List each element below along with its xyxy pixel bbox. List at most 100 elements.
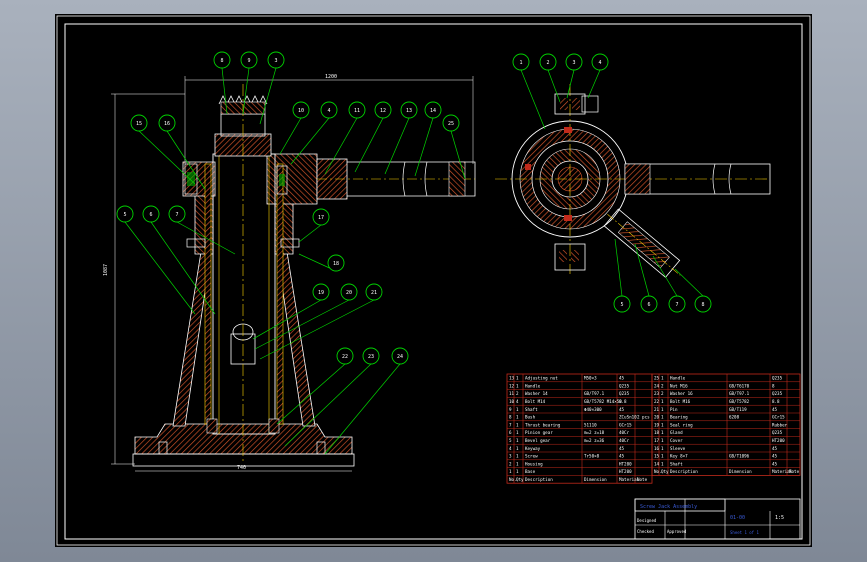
- bom-cell: Washer 14: [525, 391, 548, 396]
- bom-cell: Tr50×8: [584, 454, 600, 459]
- bom-cell: Sleeve: [670, 446, 686, 451]
- balloon-label: 18: [333, 261, 339, 267]
- bom-cell: Base: [525, 469, 536, 474]
- bom-cell: Bolt M14: [525, 399, 546, 404]
- balloon-label: 16: [164, 121, 170, 127]
- bom-cell: Description: [525, 477, 553, 482]
- balloon-label: 6: [647, 302, 650, 308]
- balloon-leader: [138, 130, 196, 185]
- bom-cell: GCr15: [772, 415, 785, 420]
- bom-cell: 2: [516, 391, 519, 396]
- bom-cell: 1: [516, 438, 519, 443]
- bom-cell: Housing: [525, 461, 543, 466]
- bom-cell: Adjusting nut: [525, 376, 558, 381]
- bom-left-table: 13 1 Adjusting nut M50×3 4512 1 Handle Q23511 2 W…: [506, 373, 653, 484]
- bom-cell: Bevel gear: [525, 438, 551, 443]
- balloon-label: 14: [430, 108, 436, 114]
- bom-cell: 16: [654, 446, 660, 451]
- bom-cell: Washer 16: [670, 391, 693, 396]
- bom-cell: 1: [516, 407, 519, 412]
- drawing-no: 01-00: [730, 515, 745, 521]
- bom-cell: 8.8: [619, 399, 627, 404]
- bom-cell: 45: [619, 446, 625, 451]
- approved-label: Approved: [667, 529, 687, 534]
- gear-box: [266, 153, 318, 205]
- balloon-label: 2: [546, 60, 549, 66]
- bom-cell: Key 8×7: [670, 454, 688, 459]
- screw-tube: [212, 153, 276, 435]
- bom-right-table: 25 1 Handle Q23524 2 Nut M16 GB/T6170 823 2 Washe…: [651, 373, 801, 476]
- balloon-leader: [279, 117, 302, 155]
- balloon-label: 24: [397, 354, 403, 360]
- balloon-label: 8: [220, 58, 223, 64]
- balloon-leader: [547, 69, 561, 103]
- bom-cell: 1: [516, 415, 519, 420]
- balloon-leader: [384, 117, 410, 175]
- bom-cell: Qty: [661, 469, 669, 474]
- bom-cell: 1: [516, 383, 519, 388]
- bom-cell: 1: [516, 422, 519, 427]
- bom-cell: 11: [509, 391, 515, 396]
- balloon-leader: [324, 363, 401, 455]
- bom-cell: Note: [637, 477, 648, 482]
- balloon-label: 5: [620, 302, 623, 308]
- cad-viewport[interactable]: 1200 740 1087 8 9 3 10 4 11 12 13 14 15 16 5 6 7 17 18 1…: [0, 0, 867, 562]
- bom-cell: 1: [661, 376, 664, 381]
- balloon-label: 3: [572, 60, 575, 66]
- bom-cell: 18: [654, 430, 660, 435]
- bom-cell: Screw: [525, 454, 538, 459]
- bom-cell: 12: [509, 383, 515, 388]
- bom-cell: 45: [619, 407, 625, 412]
- balloon-label: 12: [380, 108, 386, 114]
- balloon-label: 6: [149, 212, 152, 218]
- bom-cell: 1: [516, 376, 519, 381]
- balloon-label: 5: [123, 212, 126, 218]
- front-section-view: 1200 740 1087: [103, 74, 476, 472]
- balloon-label: 7: [175, 212, 178, 218]
- bom-cell: Handle: [670, 376, 686, 381]
- balloon-label: 8: [701, 302, 704, 308]
- bom-cell: m=2 z=36: [584, 438, 605, 443]
- bom-cell: 19: [654, 422, 660, 427]
- bom-cell: Keyway: [525, 446, 541, 451]
- bom-cell: 1: [516, 446, 519, 451]
- bom-cell: 14: [654, 461, 660, 466]
- bom-cell: 17: [654, 438, 660, 443]
- bom-cell: GB/T97.1: [584, 391, 605, 396]
- bom-cell: GCr15: [619, 422, 632, 427]
- bom-cell: 1: [661, 415, 664, 420]
- bom-cell: 45: [772, 461, 778, 466]
- bom-cell: Q235: [619, 391, 630, 396]
- balloon-label: 1: [519, 60, 522, 66]
- bom-cell: GB/T97.1: [729, 391, 750, 396]
- bom-cell: Gland: [670, 430, 683, 435]
- balloon-leader: [674, 268, 704, 297]
- balloon-leader: [614, 238, 623, 297]
- bom-cell: 20: [654, 415, 660, 420]
- balloon-leader: [354, 117, 384, 173]
- bom-cell: 22: [654, 399, 660, 404]
- bom-cell: Q235: [772, 430, 783, 435]
- bom-cell: 1: [516, 454, 519, 459]
- balloon-label: 4: [327, 108, 330, 114]
- dim-height: 1087: [103, 264, 109, 276]
- bom-cell: Q235: [619, 383, 630, 388]
- bom-cell: 45: [772, 454, 778, 459]
- bom-cell: 15: [654, 454, 660, 459]
- designed-label: Designed: [637, 518, 657, 523]
- balloon-leader: [520, 69, 546, 130]
- balloon-leader: [124, 221, 196, 315]
- bom-cell: Bearing: [670, 415, 688, 420]
- bom-cell: 6208: [729, 415, 740, 420]
- drawing-sheet[interactable]: 1200 740 1087 8 9 3 10 4 11 12 13 14 15 16 5 6 7 17 18 1…: [55, 14, 812, 547]
- bom-cell: 2: [661, 383, 664, 388]
- bom-cell: HT200: [619, 469, 632, 474]
- bom-cell: 45: [772, 407, 778, 412]
- balloon-label: 9: [247, 58, 250, 64]
- bom-cell: m=2 z=18: [584, 430, 605, 435]
- bom-cell: Seal ring: [670, 422, 693, 427]
- bom-cell: 4: [516, 399, 519, 404]
- bom-cell: 45: [772, 446, 778, 451]
- bom-cell: 1: [516, 461, 519, 466]
- checked-label: Checked: [637, 529, 654, 534]
